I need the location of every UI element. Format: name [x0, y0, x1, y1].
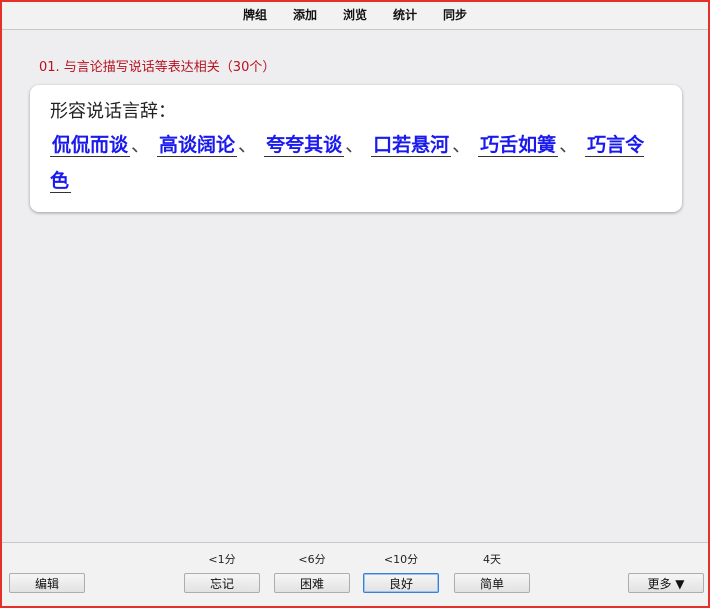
deck-title: 01. 与言论描写说话等表达相关（30个）: [39, 60, 276, 75]
answer-separator: 、: [345, 134, 365, 156]
answer-term[interactable]: 夸夸其谈: [264, 134, 345, 157]
app-window: 牌组 添加 浏览 统计 同步 01. 与言论描写说话等表达相关（30个） 形容说…: [0, 0, 710, 608]
menu-browse[interactable]: 浏览: [330, 2, 380, 29]
answer-term[interactable]: 高谈阔论: [157, 134, 238, 157]
interval-hard: <6分: [298, 553, 326, 566]
answer-separator: 、: [238, 134, 258, 156]
answer-separator: 、: [559, 134, 579, 156]
answer-term[interactable]: 口若悬河: [371, 134, 452, 157]
more-button[interactable]: 更多 ▼: [628, 573, 704, 593]
card-prompt: 形容说话言辞：: [50, 101, 176, 122]
hard-button[interactable]: 困难: [274, 573, 350, 593]
edit-button[interactable]: 编辑: [9, 573, 85, 593]
menu-decks[interactable]: 牌组: [230, 2, 280, 29]
menu-stats[interactable]: 统计: [380, 2, 430, 29]
answer-separator: 、: [452, 134, 472, 156]
interval-easy: 4天: [483, 553, 501, 566]
menu-sync[interactable]: 同步: [430, 2, 480, 29]
review-bottom-bar: 编辑 <1分 忘记 <6分 困难 <10分 良好 4天 简单 更多 ▼: [2, 542, 708, 606]
interval-good: <10分: [383, 553, 419, 566]
top-menu-bar: 牌组 添加 浏览 统计 同步: [2, 2, 708, 30]
top-menu: 牌组 添加 浏览 统计 同步: [230, 2, 480, 29]
answer-separator: 、: [131, 134, 151, 156]
answer-term[interactable]: 侃侃而谈: [50, 134, 131, 157]
easy-button[interactable]: 简单: [454, 573, 530, 593]
good-button[interactable]: 良好: [363, 573, 439, 593]
answer-term[interactable]: 巧舌如簧: [478, 134, 559, 157]
interval-again: <1分: [208, 553, 236, 566]
card-answers: 侃侃而谈、高谈阔论、夸夸其谈、口若悬河、巧舌如簧、巧言令色: [50, 127, 650, 199]
review-area: 01. 与言论描写说话等表达相关（30个） 形容说话言辞： 侃侃而谈、高谈阔论、…: [2, 30, 708, 542]
again-button[interactable]: 忘记: [184, 573, 260, 593]
flashcard: 形容说话言辞： 侃侃而谈、高谈阔论、夸夸其谈、口若悬河、巧舌如簧、巧言令色: [30, 85, 682, 212]
menu-add[interactable]: 添加: [280, 2, 330, 29]
